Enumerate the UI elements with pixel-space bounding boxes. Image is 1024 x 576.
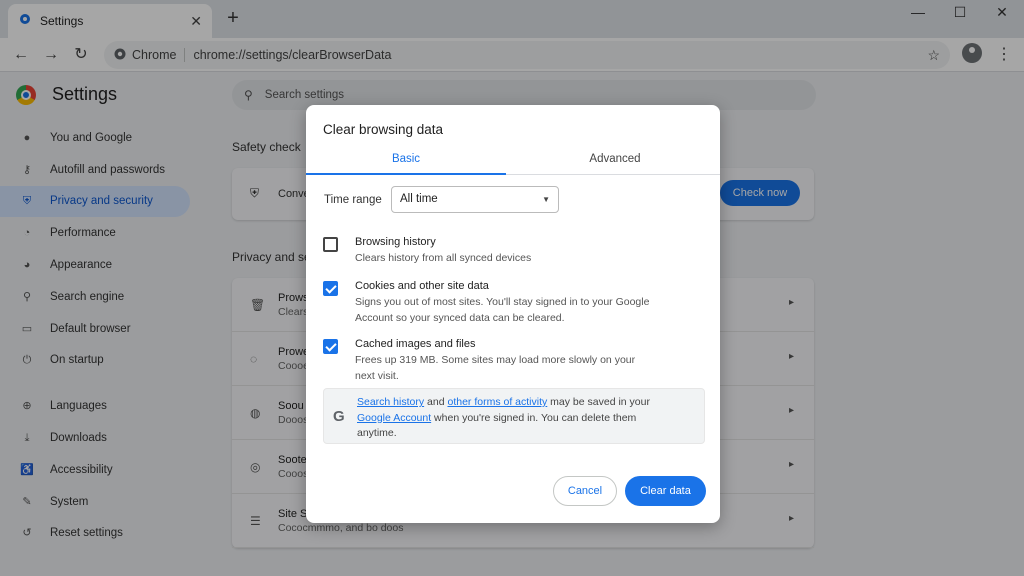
dialog-tabs: Basic Advanced bbox=[306, 145, 720, 175]
cancel-button[interactable]: Cancel bbox=[553, 476, 617, 506]
time-range-value: All time bbox=[400, 193, 438, 205]
option-title: Browsing history bbox=[355, 236, 436, 248]
other-activity-link[interactable]: other forms of activity bbox=[447, 396, 547, 408]
google-note-text: Search history and other forms of activi… bbox=[357, 396, 650, 439]
checkbox[interactable] bbox=[323, 339, 338, 354]
time-range-select[interactable]: All time ▼ bbox=[391, 186, 559, 213]
option-title: Cookies and other site data bbox=[355, 280, 489, 292]
checkbox[interactable] bbox=[323, 281, 338, 296]
checkbox[interactable] bbox=[323, 237, 338, 252]
search-history-link[interactable]: Search history bbox=[357, 396, 424, 408]
time-range-label: Time range bbox=[324, 194, 382, 206]
clear-browsing-data-dialog: Clear browsing data Basic Advanced Time … bbox=[306, 105, 720, 523]
option-description: Clears history from all synced devices bbox=[355, 252, 532, 264]
option-description: Signs you out of most sites. You'll stay… bbox=[355, 296, 650, 324]
dialog-title: Clear browsing data bbox=[323, 122, 444, 137]
dropdown-arrow-icon: ▼ bbox=[542, 195, 550, 204]
option-description: Frees up 319 MB. Some sites may load mor… bbox=[355, 354, 636, 382]
option-title: Cached images and files bbox=[355, 338, 476, 350]
google-g-icon: G bbox=[333, 408, 345, 425]
tab-advanced[interactable]: Advanced bbox=[515, 145, 715, 175]
google-account-link[interactable]: Google Account bbox=[357, 412, 431, 424]
google-account-note: G Search history and other forms of acti… bbox=[323, 388, 705, 444]
clear-data-button[interactable]: Clear data bbox=[625, 476, 706, 506]
tab-basic[interactable]: Basic bbox=[306, 145, 506, 175]
